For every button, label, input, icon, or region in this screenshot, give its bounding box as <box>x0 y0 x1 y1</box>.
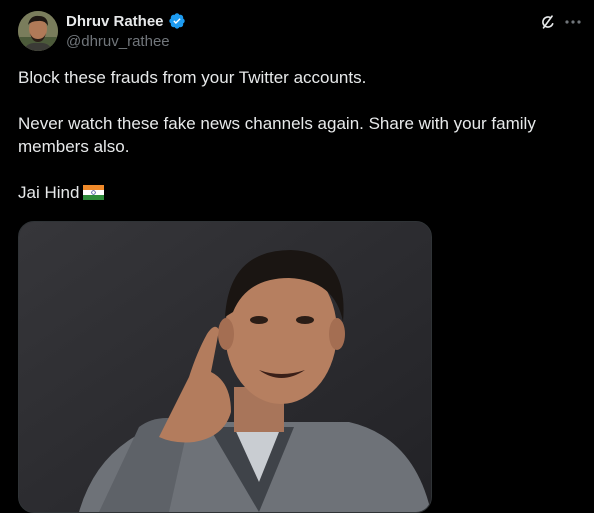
tweet-paragraph-last: Jai Hind <box>18 181 578 206</box>
avatar[interactable] <box>18 11 58 51</box>
verified-badge-icon[interactable] <box>168 12 186 30</box>
avatar-image <box>18 11 58 51</box>
author-handle[interactable]: @dhruv_rathee <box>66 33 170 50</box>
tweet-paragraph: Jai Hind <box>18 183 80 202</box>
author-display-name[interactable]: Dhruv Rathee <box>66 13 164 30</box>
grok-icon <box>542 15 554 29</box>
tweet-paragraph: Block these frauds from your Twitter acc… <box>18 68 367 87</box>
grok-button[interactable] <box>538 12 558 32</box>
tweet-media-video[interactable] <box>18 221 432 513</box>
more-options-icon <box>565 20 581 24</box>
video-thumbnail <box>19 222 431 512</box>
tweet-text: Block these frauds from your Twitter acc… <box>18 66 578 206</box>
more-options-button[interactable] <box>562 12 584 32</box>
india-flag-icon <box>83 183 105 206</box>
tweet-paragraph: Never watch these fake news channels aga… <box>18 114 536 156</box>
author-name-row[interactable]: Dhruv Rathee <box>66 12 186 30</box>
tweet: Dhruv Rathee @dhruv_rathee Block these f… <box>0 0 594 513</box>
